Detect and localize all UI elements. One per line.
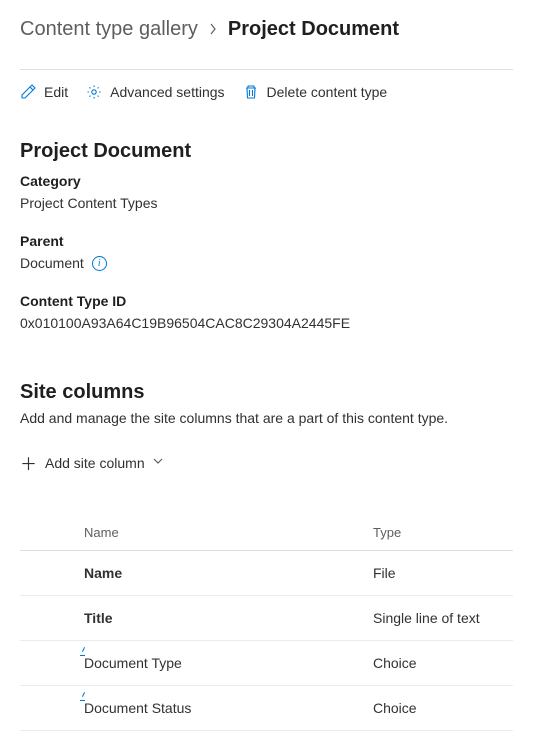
pencil-icon bbox=[20, 84, 36, 100]
breadcrumb-parent-link[interactable]: Content type gallery bbox=[20, 18, 198, 41]
content-type-title: Project Document bbox=[20, 140, 513, 163]
column-name-cell[interactable]: Document Type bbox=[20, 641, 373, 686]
edit-button[interactable]: Edit bbox=[20, 84, 68, 100]
column-header-type[interactable]: Type bbox=[373, 515, 513, 551]
add-site-column-label: Add site column bbox=[45, 455, 145, 471]
table-row[interactable]: Document TypeChoice bbox=[20, 641, 513, 686]
column-name-cell[interactable]: Title bbox=[20, 596, 373, 641]
parent-label: Parent bbox=[20, 233, 513, 249]
table-row[interactable]: Document StatusChoice bbox=[20, 686, 513, 731]
content-type-id-label: Content Type ID bbox=[20, 293, 513, 309]
delete-button[interactable]: Delete content type bbox=[243, 84, 388, 100]
parent-value: Document bbox=[20, 255, 84, 271]
site-columns-table: Name Type NameFileTitleSingle line of te… bbox=[20, 515, 513, 731]
chevron-right-icon bbox=[208, 22, 218, 38]
advanced-settings-label: Advanced settings bbox=[110, 84, 224, 100]
add-site-column-button[interactable]: ＋ Add site column bbox=[20, 450, 513, 475]
chevron-down-icon bbox=[153, 457, 163, 468]
managed-column-icon bbox=[80, 692, 90, 702]
edit-label: Edit bbox=[44, 84, 68, 100]
advanced-settings-button[interactable]: Advanced settings bbox=[86, 84, 224, 100]
category-label: Category bbox=[20, 173, 513, 189]
divider bbox=[20, 69, 513, 70]
column-header-name[interactable]: Name bbox=[20, 515, 373, 551]
column-type-cell: File bbox=[373, 551, 513, 596]
column-type-cell: Choice bbox=[373, 686, 513, 731]
plus-icon: ＋ bbox=[20, 450, 37, 475]
column-name-cell[interactable]: Document Status bbox=[20, 686, 373, 731]
breadcrumb: Content type gallery Project Document bbox=[20, 18, 513, 41]
table-row[interactable]: TitleSingle line of text bbox=[20, 596, 513, 641]
content-type-id-value: 0x010100A93A64C19B96504CAC8C29304A2445FE bbox=[20, 315, 513, 331]
column-type-cell: Single line of text bbox=[373, 596, 513, 641]
info-icon[interactable]: i bbox=[92, 256, 107, 271]
column-name-cell[interactable]: Name bbox=[20, 551, 373, 596]
table-row[interactable]: NameFile bbox=[20, 551, 513, 596]
column-type-cell: Choice bbox=[373, 641, 513, 686]
managed-column-icon bbox=[80, 647, 90, 657]
category-value: Project Content Types bbox=[20, 195, 513, 211]
breadcrumb-current: Project Document bbox=[228, 18, 399, 41]
toolbar: Edit Advanced settings Delete content ty… bbox=[20, 84, 513, 100]
delete-label: Delete content type bbox=[267, 84, 388, 100]
gear-icon bbox=[86, 84, 102, 100]
site-columns-desc: Add and manage the site columns that are… bbox=[20, 410, 513, 426]
site-columns-title: Site columns bbox=[20, 381, 513, 404]
trash-icon bbox=[243, 84, 259, 100]
